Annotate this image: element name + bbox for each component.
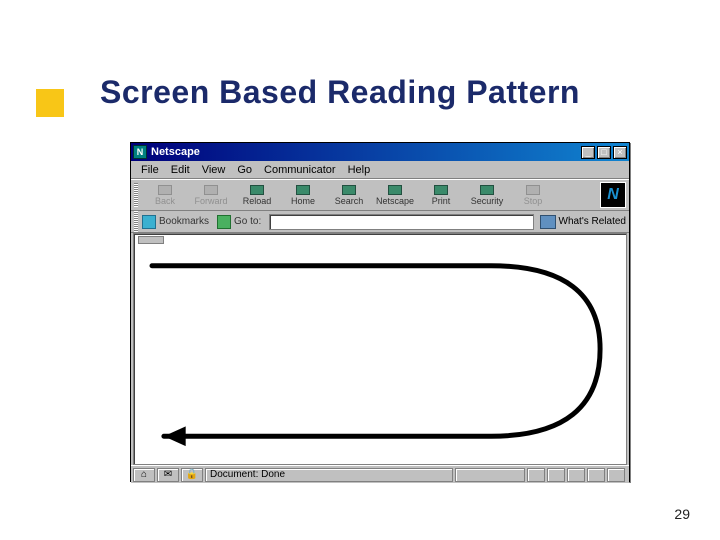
netscape-logo-icon: N <box>133 145 147 159</box>
bookmarks-label[interactable]: Bookmarks <box>159 216 209 227</box>
netscape-window: N Netscape _ □ × File Edit View Go Commu… <box>130 142 630 482</box>
print-button[interactable]: Print <box>418 181 464 209</box>
slide-title-block: Screen Based Reading Pattern <box>36 74 580 111</box>
status-nav-icon[interactable]: ⌂ <box>133 468 155 482</box>
component-nav-icon[interactable] <box>527 468 545 482</box>
menu-communicator[interactable]: Communicator <box>258 163 342 177</box>
location-handle-icon[interactable] <box>134 210 138 234</box>
throbber-icon: N <box>600 182 626 208</box>
status-text: Document: Done <box>205 468 453 482</box>
search-icon <box>342 185 356 195</box>
component-compose-icon[interactable] <box>567 468 585 482</box>
home-icon <box>296 185 310 195</box>
status-lock-icon[interactable]: 🔒 <box>181 468 203 482</box>
minimize-button[interactable]: _ <box>581 146 595 159</box>
stop-button[interactable]: Stop <box>510 181 556 209</box>
back-button[interactable]: Back <box>142 181 188 209</box>
title-bullet-icon <box>36 89 64 117</box>
component-book-icon[interactable] <box>587 468 605 482</box>
print-icon <box>434 185 448 195</box>
menu-file[interactable]: File <box>135 163 165 177</box>
back-icon <box>158 185 172 195</box>
reading-pattern-arrow-icon <box>134 234 626 464</box>
component-news-icon[interactable] <box>607 468 625 482</box>
component-mail-icon[interactable] <box>547 468 565 482</box>
goto-label: Go to: <box>234 216 261 227</box>
whats-related-icon[interactable] <box>540 215 556 229</box>
menu-view[interactable]: View <box>196 163 232 177</box>
titlebar[interactable]: N Netscape _ □ × <box>131 143 629 161</box>
main-toolbar: Back Forward Reload Home Search Netscape… <box>131 179 629 211</box>
security-button[interactable]: Security <box>464 181 510 209</box>
window-title: Netscape <box>151 146 581 158</box>
status-mail-icon[interactable]: ✉ <box>157 468 179 482</box>
netscape-icon <box>388 185 402 195</box>
bookmarks-icon[interactable] <box>142 215 156 229</box>
menu-edit[interactable]: Edit <box>165 163 196 177</box>
content-area <box>133 233 627 465</box>
reload-icon <box>250 185 264 195</box>
search-button[interactable]: Search <box>326 181 372 209</box>
reload-button[interactable]: Reload <box>234 181 280 209</box>
slide-title: Screen Based Reading Pattern <box>100 74 580 111</box>
maximize-button[interactable]: □ <box>597 146 611 159</box>
slide-page-number: 29 <box>674 506 690 522</box>
goto-icon <box>217 215 231 229</box>
progress-bar <box>455 468 525 482</box>
status-bar: ⌂ ✉ 🔒 Document: Done <box>131 465 629 483</box>
toolbar-handle-icon[interactable] <box>134 183 138 207</box>
content-tab-icon[interactable] <box>138 236 164 244</box>
close-button[interactable]: × <box>613 146 627 159</box>
url-input[interactable] <box>269 214 533 230</box>
menu-help[interactable]: Help <box>342 163 377 177</box>
forward-button[interactable]: Forward <box>188 181 234 209</box>
stop-icon <box>526 185 540 195</box>
location-bar: Bookmarks Go to: What's Related <box>131 211 629 233</box>
whats-related-label[interactable]: What's Related <box>559 216 627 227</box>
forward-icon <box>204 185 218 195</box>
home-button[interactable]: Home <box>280 181 326 209</box>
menu-bar: File Edit View Go Communicator Help <box>131 161 629 179</box>
menu-go[interactable]: Go <box>231 163 258 177</box>
netscape-button[interactable]: Netscape <box>372 181 418 209</box>
security-icon <box>480 185 494 195</box>
